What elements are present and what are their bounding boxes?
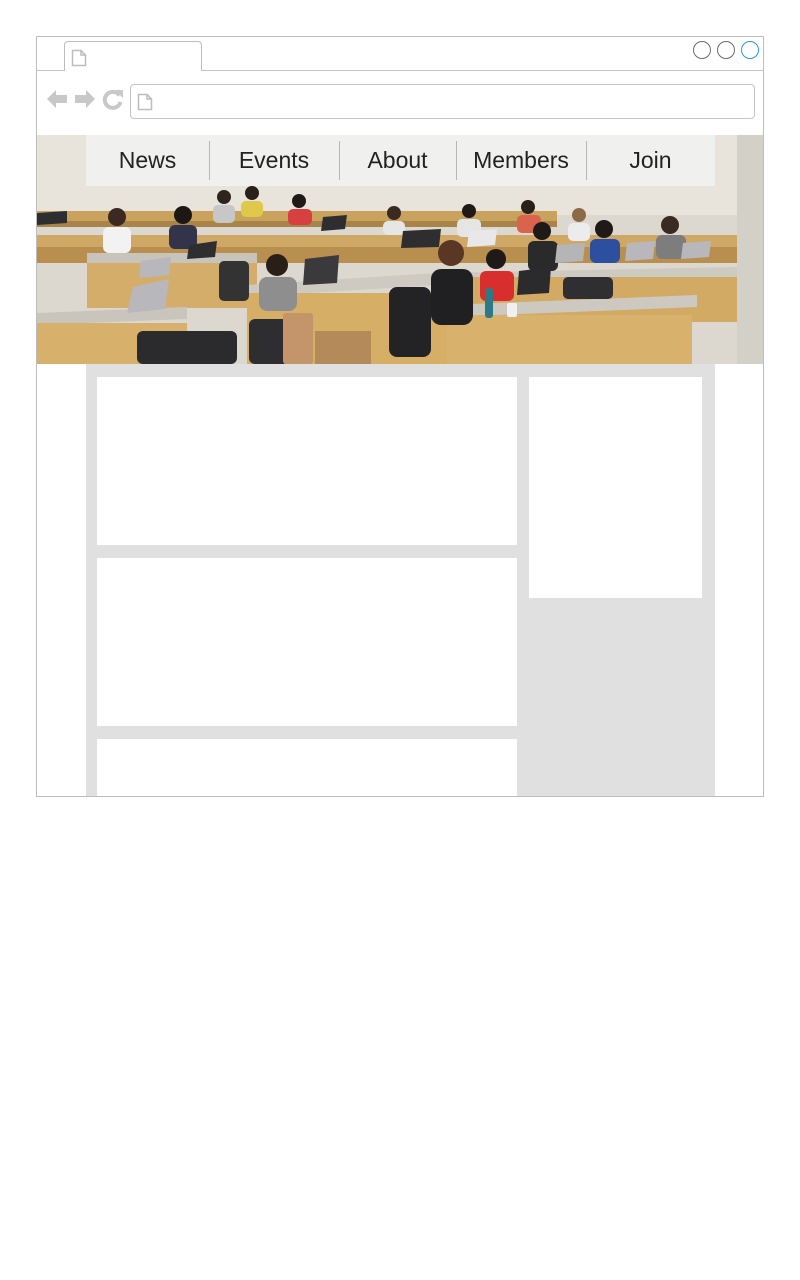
page-icon (137, 93, 153, 115)
nav-item-join[interactable]: Join (586, 135, 715, 186)
nav-item-about[interactable]: About (339, 135, 456, 186)
nav-item-members[interactable]: Members (456, 135, 586, 186)
nav-item-news[interactable]: News (86, 135, 209, 186)
reload-button[interactable] (101, 87, 125, 111)
content-card (97, 558, 517, 726)
forward-button[interactable] (73, 87, 97, 111)
content-card (97, 739, 517, 796)
browser-tab[interactable] (64, 41, 202, 71)
arrow-right-icon (75, 90, 95, 108)
tab-strip (37, 37, 763, 71)
sidebar-card (529, 377, 702, 598)
browser-toolbar (37, 71, 763, 135)
maximize-button[interactable] (717, 41, 735, 59)
close-button[interactable] (741, 41, 759, 59)
nav-item-events[interactable]: Events (209, 135, 339, 186)
browser-window: News Events About Members Join (36, 36, 764, 797)
reload-icon (102, 89, 123, 110)
arrow-left-icon (47, 90, 67, 108)
page-icon (71, 49, 87, 71)
main-nav: News Events About Members Join (86, 135, 715, 186)
content-card (97, 377, 517, 545)
hero-banner: News Events About Members Join (37, 135, 763, 364)
back-button[interactable] (45, 87, 69, 111)
minimize-button[interactable] (693, 41, 711, 59)
content-area (86, 364, 715, 796)
address-bar[interactable] (130, 84, 755, 119)
